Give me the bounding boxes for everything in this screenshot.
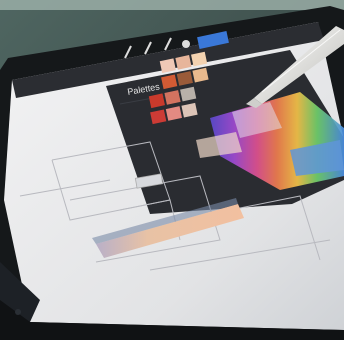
top-blur-strip <box>0 0 344 10</box>
home-indicator <box>15 309 21 315</box>
tablet-photo-illustration: Palettes <box>0 0 344 340</box>
tablet-photo: Palettes <box>0 0 344 340</box>
